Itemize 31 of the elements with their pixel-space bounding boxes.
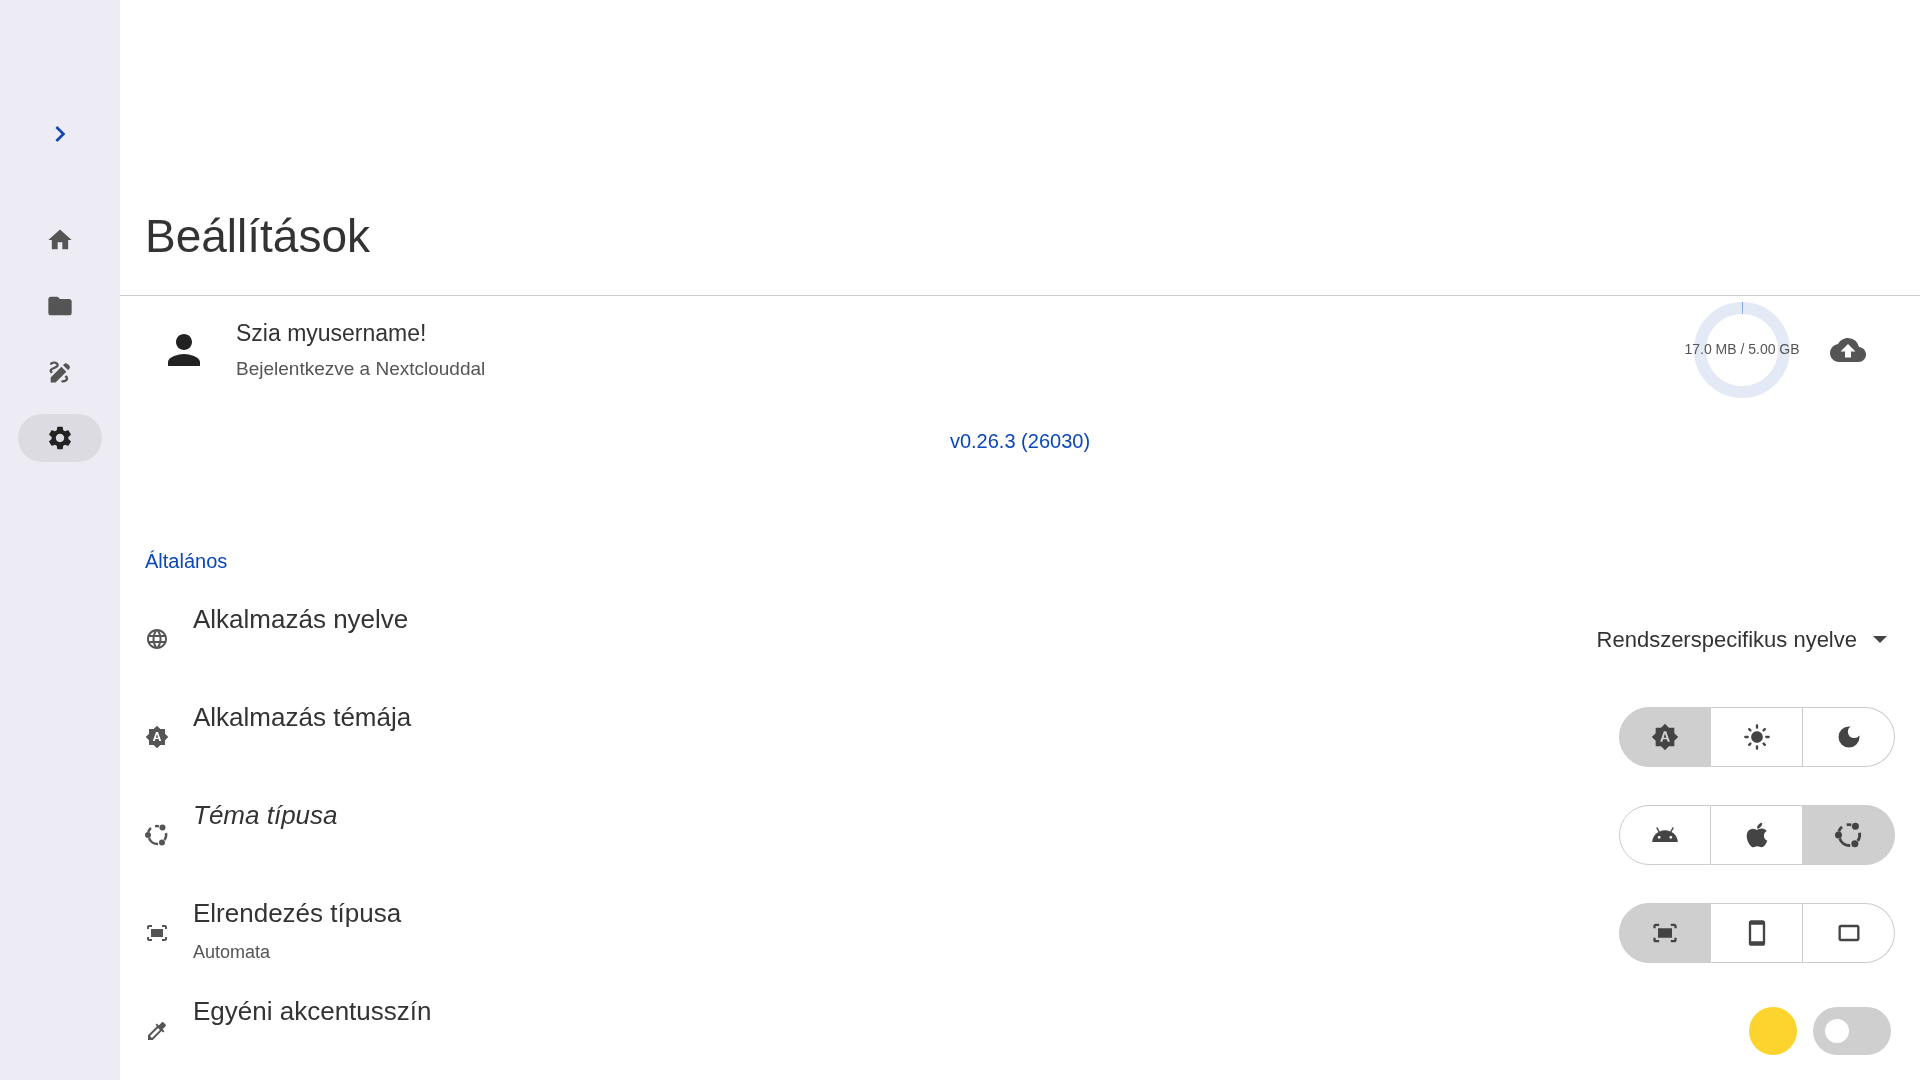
language-dropdown[interactable]: Rendszerspecifikus nyelve <box>1596 622 1895 656</box>
setting-label: Téma típusa <box>193 799 338 832</box>
toggle-switch[interactable] <box>1813 1007 1891 1055</box>
storage-usage-text: 17.0 MB / 5.00 GB <box>1684 340 1800 360</box>
setting-label: Elrendezés típusa <box>193 897 402 930</box>
segment-button[interactable] <box>1803 903 1895 963</box>
setting-label: Egyéni akcentusszín <box>193 995 432 1028</box>
dropdown-arrow-icon <box>1873 635 1887 643</box>
version-link[interactable]: v0.26.3 (26030) <box>949 426 1091 456</box>
sun-icon <box>1742 723 1771 751</box>
page-title: Beállítások <box>145 208 370 264</box>
segment-button[interactable] <box>1619 903 1711 963</box>
account-subtitle: Bejelentkezve a Nextclouddal <box>236 356 486 381</box>
auto-brightness-icon <box>1651 723 1679 751</box>
segment-button[interactable] <box>1619 805 1711 865</box>
setting-label: Alkalmazás nyelve <box>193 603 409 636</box>
color-swatch[interactable] <box>1749 1007 1797 1055</box>
setting-label: Alkalmazás témája <box>193 701 412 734</box>
segment-button[interactable] <box>1711 707 1803 767</box>
sidebar-item[interactable] <box>18 414 102 462</box>
segment-button[interactable] <box>1803 805 1895 865</box>
orbit-icon <box>1834 821 1863 849</box>
segment-button[interactable] <box>1711 903 1803 963</box>
greeting-text: Szia myusername! <box>236 319 428 349</box>
segment-button[interactable] <box>1803 707 1895 767</box>
auto-brightness-icon <box>145 723 169 751</box>
setting-subtitle: Automata <box>193 941 272 964</box>
segment-button[interactable] <box>1711 805 1803 865</box>
section-heading: Általános <box>145 550 228 572</box>
settings-icon <box>46 424 74 452</box>
segment-button[interactable] <box>1619 707 1711 767</box>
